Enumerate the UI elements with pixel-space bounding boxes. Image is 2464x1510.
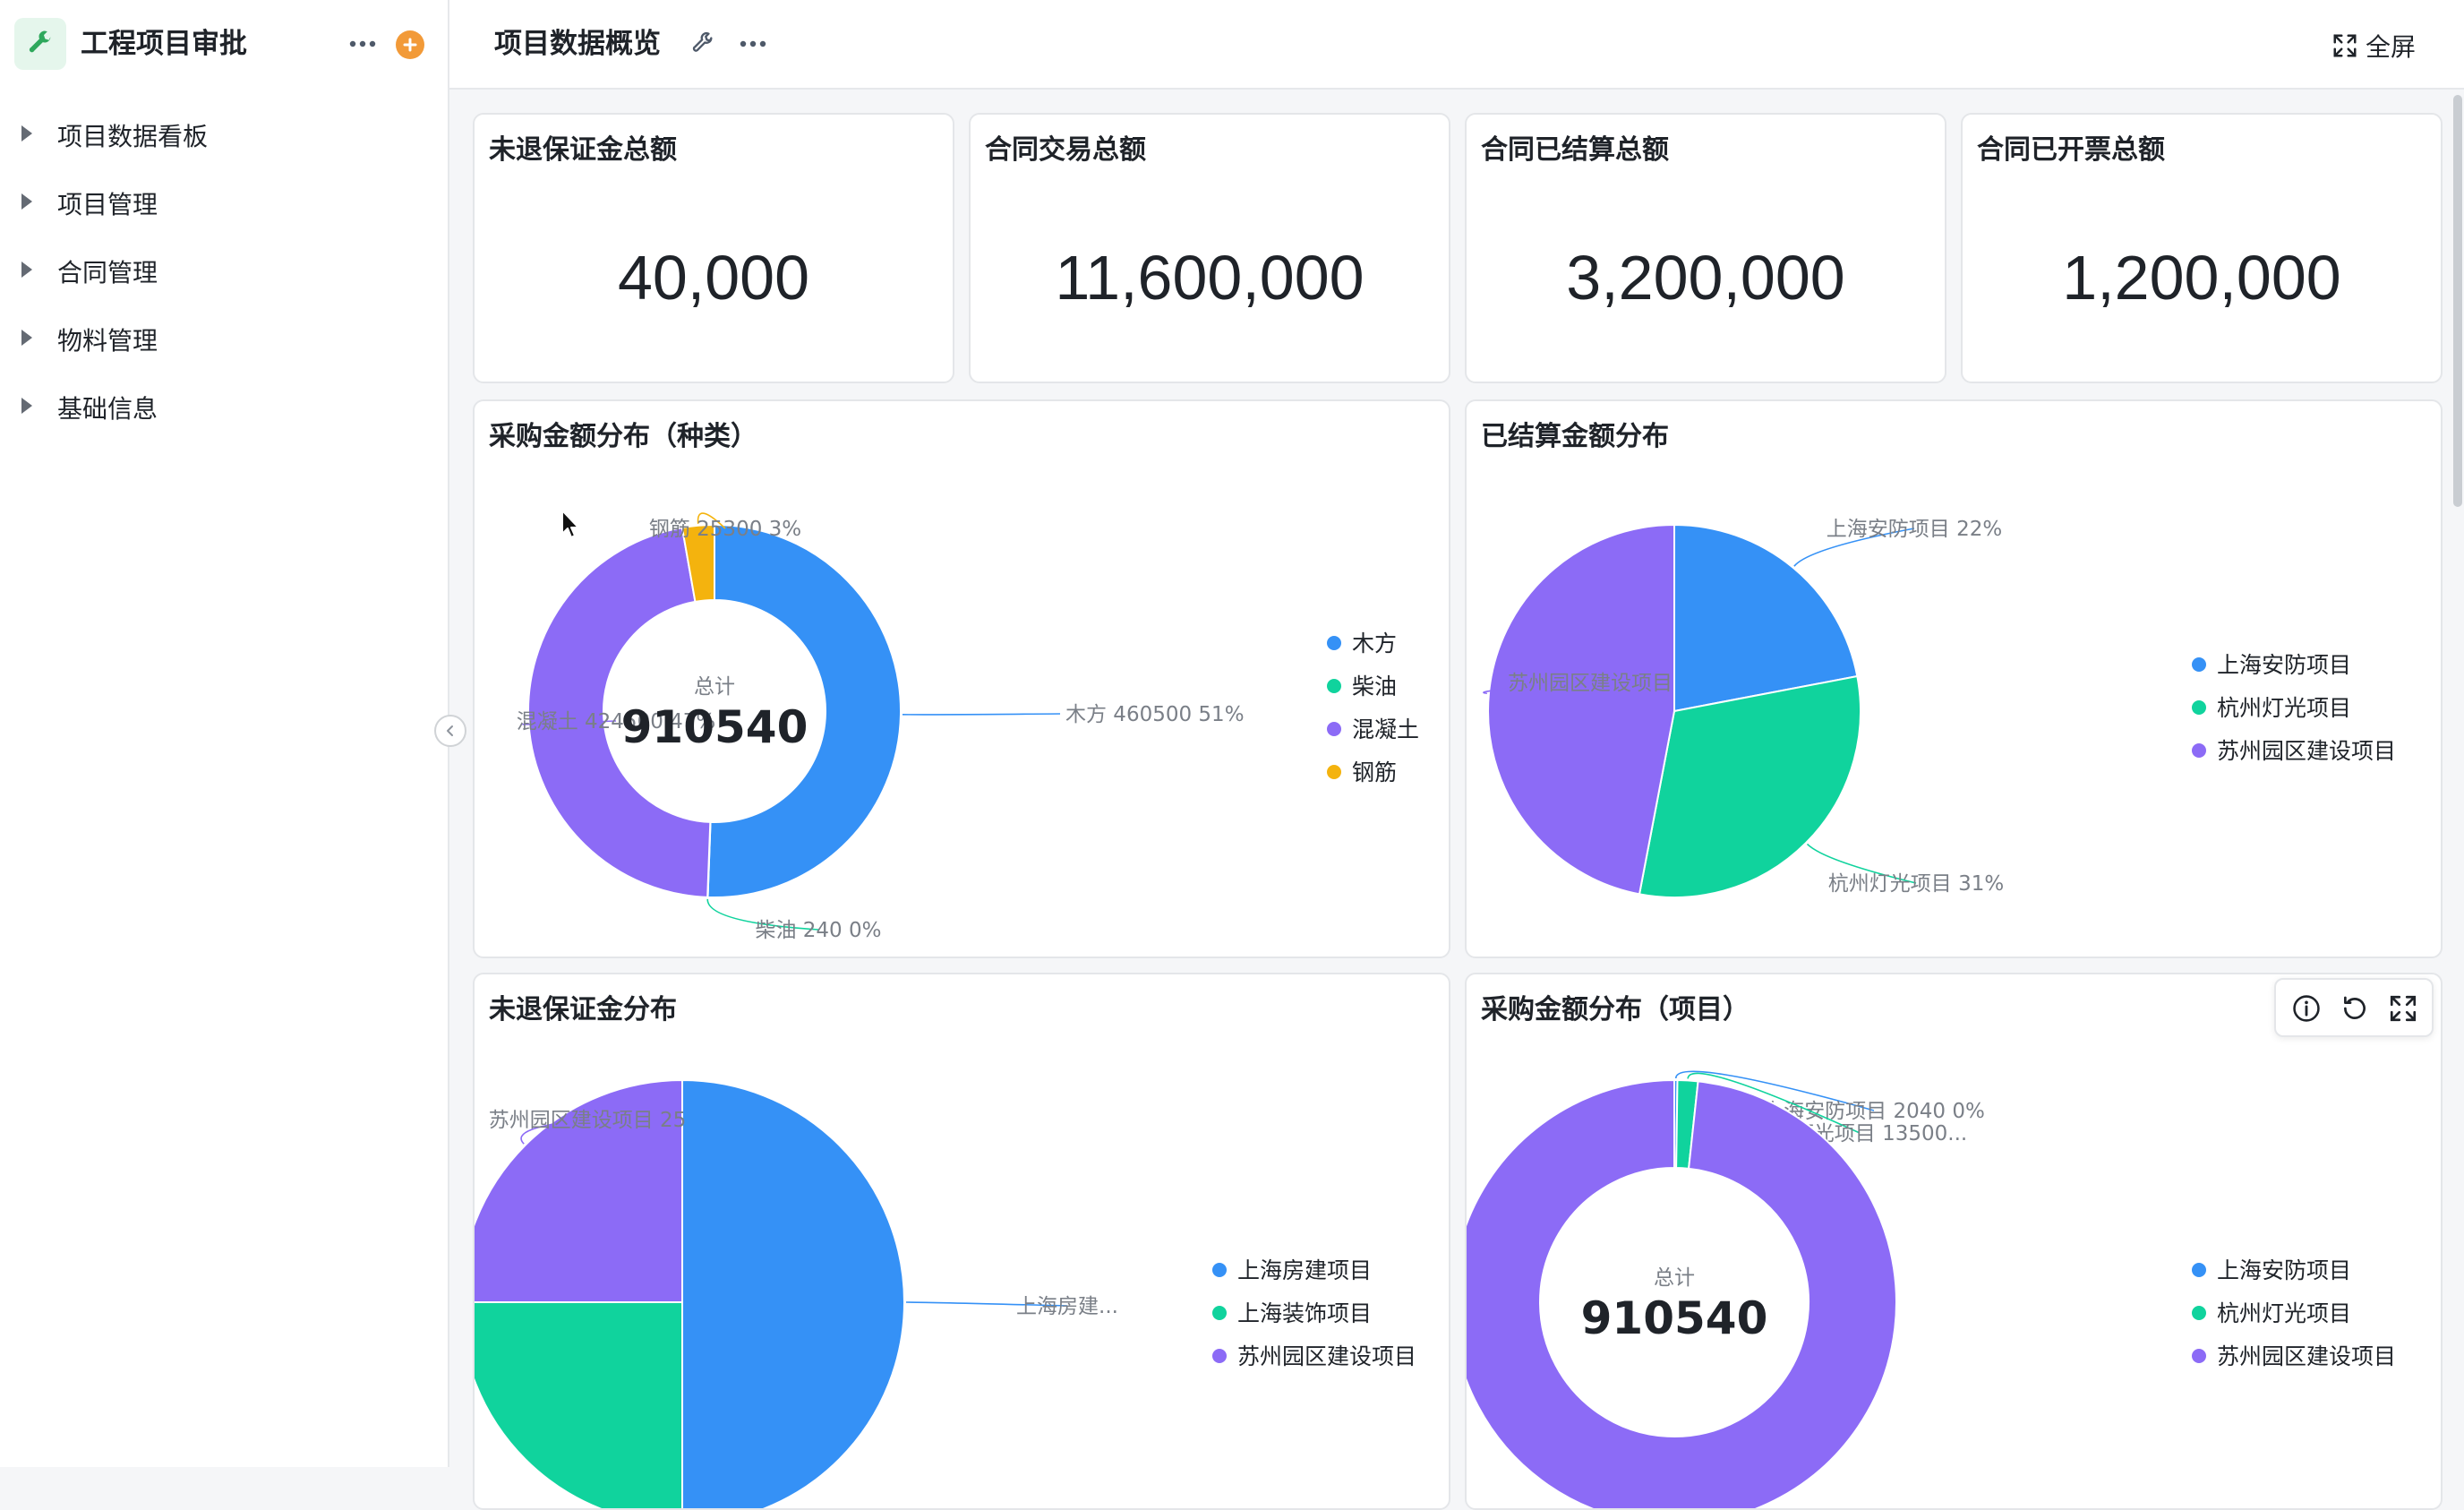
caret-right-icon: [21, 125, 32, 142]
sidebar-item-dashboard[interactable]: 项目数据看板: [0, 106, 448, 174]
sidebar-item-label: 合同管理: [57, 258, 158, 287]
sidebar: 工程项目审批 项目数据看板 项目管理 合同管理 物料管理 基础信息: [0, 0, 449, 1467]
sidebar-item-materials[interactable]: 物料管理: [0, 310, 448, 378]
stat-card-settled-total: 合同已结算总额 3,200,000: [1465, 113, 1946, 383]
chart-purchase-by-project: 上海安防项目 2040 0%杭州灯光项目 13500...总计910540上海安…: [1467, 1070, 2396, 1508]
stat-value: 1,200,000: [2062, 243, 2341, 313]
sidebar-item-contracts[interactable]: 合同管理: [0, 242, 448, 310]
fullscreen-button[interactable]: 全屏: [2331, 27, 2416, 64]
sidebar-item-label: 物料管理: [57, 326, 158, 356]
stat-card-contract-total: 合同交易总额 11,600,000: [969, 113, 1450, 383]
legend-item[interactable]: 上海安防项目: [2217, 652, 2351, 678]
legend-marker: [1327, 722, 1341, 736]
pie-slice-1[interactable]: [681, 1078, 905, 1510]
legend-marker: [1327, 679, 1341, 693]
slice-label: 苏州园区建设项目: [1508, 672, 1673, 695]
sidebar-item-label: 项目管理: [57, 190, 158, 219]
slice-label: 钢筋 25300 3%: [649, 518, 801, 541]
legend-item[interactable]: 上海装饰项目: [1237, 1300, 1372, 1326]
stat-card-invoiced-total: 合同已开票总额 1,200,000: [1961, 113, 2443, 383]
stat-value: 40,000: [617, 243, 810, 313]
legend-marker: [1212, 1349, 1227, 1363]
expand-icon: [2333, 34, 2357, 57]
chevron-left-icon: [447, 725, 453, 736]
chart-card-purchase-by-type: 采购金额分布（种类） 木方 460500 51% 柴油 240 0% 混凝土 424…: [473, 399, 1450, 958]
add-icon[interactable]: [396, 30, 424, 59]
legend-marker: [1212, 1263, 1227, 1277]
caret-right-icon: [21, 193, 32, 210]
chart-card-purchase-by-project: 采购金额分布（项目） 上海安防项目 2040 0% 杭州灯光项目 13500...…: [1465, 973, 2443, 1510]
chart-settled-distribution: 上海安防项目 22%杭州灯光项目 31%苏州园区建设项目上海安防项目杭州灯光项目…: [1483, 518, 2396, 898]
chart-deposit-distribution: 上海房建... 苏州园区建设项目 25 上海房建项目上海装饰项目苏州园区建设项目: [475, 1078, 1416, 1510]
legend-marker: [2192, 1306, 2206, 1320]
more-icon[interactable]: [734, 25, 772, 63]
slice-label: 上海房建...: [1016, 1295, 1118, 1318]
donut-center-value: 910540: [1581, 1292, 1768, 1344]
sidebar-item-basic-info[interactable]: 基础信息: [0, 378, 448, 446]
caret-right-icon: [21, 330, 32, 346]
card-title: 合同交易总额: [985, 134, 1146, 166]
legend-marker: [2192, 743, 2206, 758]
sidebar-item-label: 项目数据看板: [57, 122, 209, 151]
stat-card-unreturned-deposit: 未退保证金总额 40,000: [473, 113, 954, 383]
legend-item[interactable]: 苏州园区建设项目: [2217, 1343, 2396, 1369]
leader-line: [902, 713, 1061, 716]
legend-marker: [1327, 765, 1341, 779]
pie-slice-2[interactable]: [475, 1301, 683, 1510]
legend-item[interactable]: 苏州园区建设项目: [2217, 738, 2396, 764]
legend-item[interactable]: 苏州园区建设项目: [1237, 1343, 1416, 1369]
legend-item[interactable]: 木方: [1352, 631, 1397, 656]
legend-marker: [1212, 1306, 1227, 1320]
mouse-cursor-icon: [561, 510, 579, 538]
legend-item[interactable]: 柴油: [1352, 673, 1397, 699]
caret-right-icon: [21, 398, 32, 414]
info-icon[interactable]: [2287, 989, 2326, 1028]
legend-item[interactable]: 钢筋: [1352, 759, 1397, 785]
card-title: 未退保证金总额: [489, 134, 677, 166]
legend-marker: [2192, 1263, 2206, 1277]
donut-center-value: 910540: [621, 701, 808, 753]
card-title: 合同已开票总额: [1977, 134, 2165, 166]
legend-marker: [2192, 1349, 2206, 1363]
legend-item[interactable]: 杭州灯光项目: [2217, 1300, 2351, 1326]
slice-label: 木方 460500 51%: [1065, 703, 1245, 726]
refresh-icon[interactable]: [2335, 989, 2374, 1028]
legend-marker: [2192, 700, 2206, 715]
legend-item[interactable]: 混凝土: [1352, 716, 1419, 742]
sidebar-nav: 项目数据看板 项目管理 合同管理 物料管理 基础信息: [0, 106, 448, 446]
legend-item[interactable]: 杭州灯光项目: [2217, 695, 2351, 721]
scrollbar[interactable]: [2453, 95, 2462, 507]
legend-marker: [1327, 636, 1341, 650]
more-icon[interactable]: [340, 21, 385, 66]
sidebar-item-projects[interactable]: 项目管理: [0, 174, 448, 242]
legend-marker: [2192, 657, 2206, 672]
pie-slice-3[interactable]: [1487, 523, 1675, 896]
stat-value: 3,200,000: [1566, 243, 1845, 313]
wrench-app-icon[interactable]: [14, 18, 66, 70]
legend-item[interactable]: 上海房建项目: [1237, 1257, 1372, 1283]
slice-label: 苏州园区建设项目 25: [489, 1109, 687, 1132]
chart-purchase-by-type: 木方 460500 51%柴油 240 0%混凝土 424500 47%钢筋 2…: [517, 512, 1419, 942]
donut-center-label: 总计: [694, 675, 735, 699]
page-title: 项目数据概览: [494, 28, 661, 60]
stat-value: 11,600,000: [1055, 243, 1365, 313]
slice-label: 杭州灯光项目 31%: [1828, 872, 2004, 896]
chart-card-settled-distribution: 已结算金额分布 上海安防项目 22% 杭州灯光项目 31% 苏州园区建设项目 上海安防…: [1465, 399, 2443, 958]
card-title: 合同已结算总额: [1481, 134, 1669, 166]
chart-card-deposit-distribution: 未退保证金分布 上海房建... 苏州园区建设项目 25 上海房建项目 上海装饰项目 苏州…: [473, 973, 1450, 1510]
legend-item[interactable]: 上海安防项目: [2217, 1257, 2351, 1283]
slice-label: 柴油 240 0%: [755, 919, 881, 942]
sidebar-item-label: 基础信息: [57, 394, 158, 424]
donut-center-label: 总计: [1654, 1266, 1695, 1290]
caret-right-icon: [21, 262, 32, 278]
chart-toolbar: [2274, 978, 2434, 1037]
collapse-sidebar-button[interactable]: [434, 715, 466, 747]
slice-label: 上海安防项目 22%: [1827, 518, 2002, 541]
app-title: 工程项目审批: [81, 28, 247, 60]
app-header: 工程项目审批: [14, 18, 430, 72]
expand-icon[interactable]: [2383, 989, 2423, 1028]
page-header: 项目数据概览 全屏: [449, 0, 2464, 90]
wrench-icon[interactable]: [684, 25, 722, 63]
fullscreen-label: 全屏: [2365, 32, 2416, 62]
